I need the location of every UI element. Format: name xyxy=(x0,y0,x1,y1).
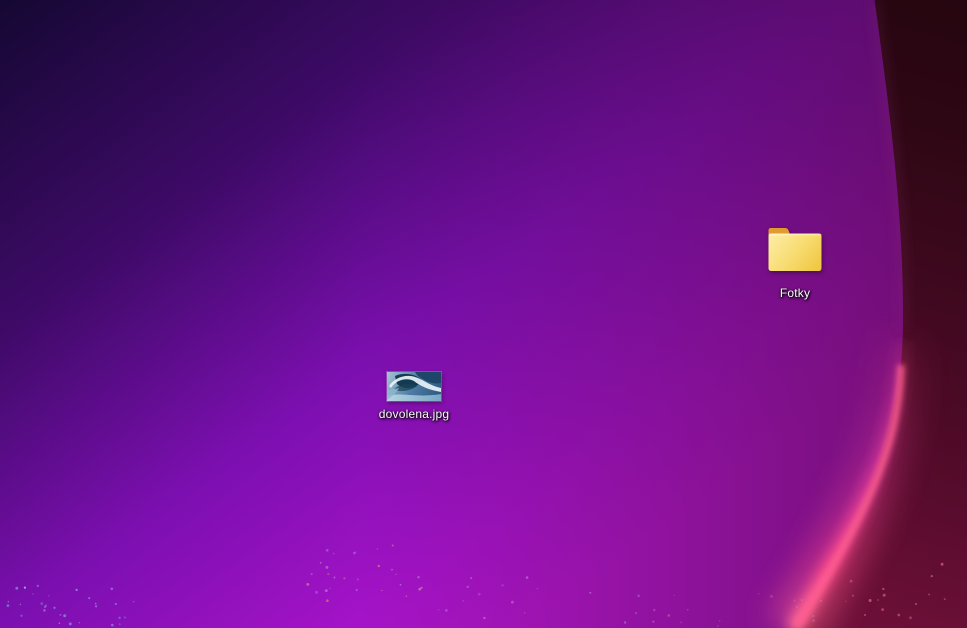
image-thumbnail-wave-icon xyxy=(387,372,441,401)
desktop-icon-dovolena[interactable]: dovolena.jpg xyxy=(364,372,464,421)
folder-icon xyxy=(768,226,822,272)
desktop[interactable]: { "desktop": { "icons": [ { "id": "fotky… xyxy=(0,0,967,628)
image-file-label: dovolena.jpg xyxy=(379,407,449,421)
wallpaper[interactable] xyxy=(0,0,967,628)
desktop-icon-fotky[interactable]: Fotky xyxy=(745,226,845,300)
folder-label: Fotky xyxy=(780,286,810,300)
